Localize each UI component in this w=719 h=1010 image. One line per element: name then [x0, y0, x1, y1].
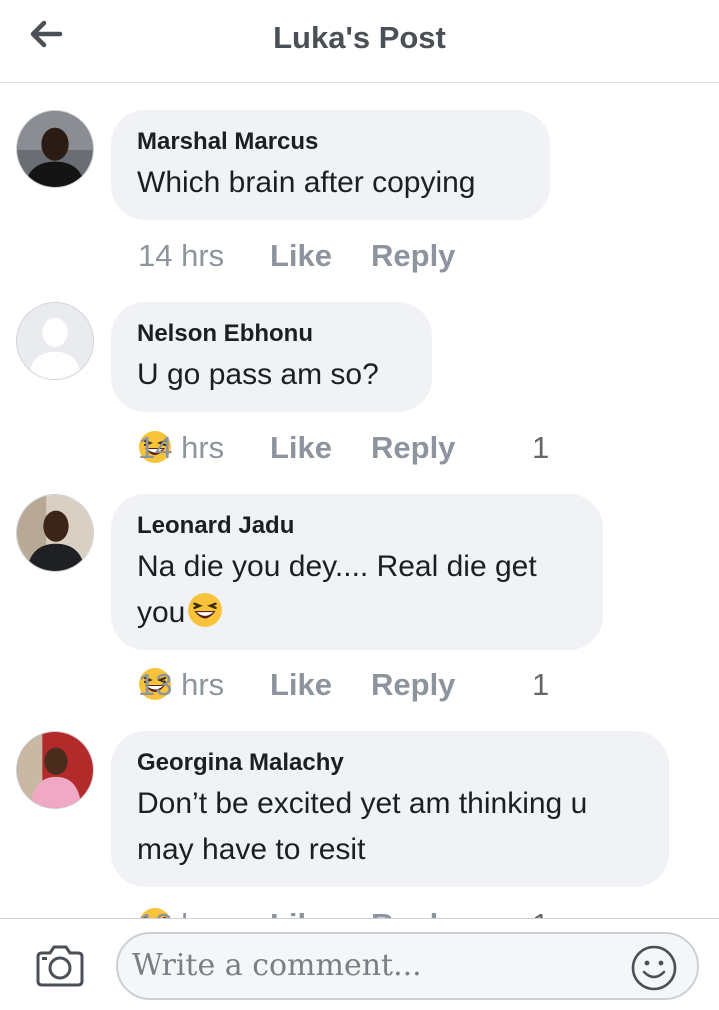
reaction-count[interactable]: 1 — [532, 907, 549, 918]
like-button[interactable]: Like — [270, 907, 332, 918]
reaction-count[interactable]: 1 — [532, 430, 549, 466]
comment-bubble[interactable]: Georgina Malachy Don’t be excited yet am… — [111, 731, 669, 887]
comment-text-line: you — [137, 596, 186, 629]
comment-actions: 13 hrs Like Reply 1 — [138, 667, 549, 707]
like-button[interactable]: Like — [270, 667, 332, 703]
avatar[interactable] — [16, 302, 94, 380]
comment-bubble[interactable]: Nelson Ebhonu U go pass am so? — [111, 302, 432, 412]
comment-text-line: may have to resit — [137, 833, 366, 866]
comment-text-line: Na die you dey.... Real die get — [137, 550, 537, 583]
comment-bubble[interactable]: Marshal Marcus Which brain after copying — [111, 110, 550, 220]
avatar[interactable] — [16, 494, 94, 572]
comment-bubble[interactable]: Leonard Jadu Na die you dey.... Real die… — [111, 494, 603, 650]
reply-button[interactable]: Reply — [371, 667, 455, 703]
reply-button[interactable]: Reply — [371, 907, 455, 918]
page-title: Luka's Post — [273, 20, 446, 55]
comment-time[interactable]: 14 hrs — [138, 238, 224, 274]
comment-time[interactable]: 13 hrs — [138, 667, 224, 703]
reply-button[interactable]: Reply — [371, 430, 455, 466]
laughing-emoji-icon — [188, 593, 223, 627]
like-button[interactable]: Like — [270, 430, 332, 466]
post-header: Luka's Post — [0, 0, 719, 83]
comment-text: Don’t be excited yet am thinking u may h… — [137, 781, 641, 873]
comment-author[interactable]: Marshal Marcus — [137, 128, 522, 156]
comment-input[interactable]: Write a comment... — [116, 932, 699, 1000]
comment-time[interactable]: 14 hrs — [138, 430, 224, 466]
comment-author[interactable]: Nelson Ebhonu — [137, 320, 404, 348]
comment-author[interactable]: Georgina Malachy — [137, 749, 641, 777]
comment-text: U go pass am so? — [137, 358, 379, 391]
smiley-icon[interactable] — [630, 944, 678, 992]
comment-actions: 13 hrs Like Reply 1 — [138, 907, 549, 918]
like-button[interactable]: Like — [270, 238, 332, 274]
avatar[interactable] — [16, 731, 94, 809]
comment-text: Which brain after copying — [137, 166, 476, 199]
reaction-count[interactable]: 1 — [532, 667, 549, 703]
comment-author[interactable]: Leonard Jadu — [137, 512, 575, 540]
comment-input-placeholder: Write a comment... — [132, 948, 422, 983]
camera-icon[interactable] — [34, 943, 86, 989]
comment-actions: 14 hrs Like Reply 1 — [138, 430, 549, 470]
comment-text-line: Don’t be excited yet am thinking u — [137, 787, 588, 820]
comment-text: Na die you dey.... Real die get you — [137, 544, 575, 636]
comments-list: Marshal Marcus Which brain after copying… — [0, 83, 719, 918]
avatar[interactable] — [16, 110, 94, 188]
comment-composer: Write a comment... — [0, 918, 719, 1010]
reply-button[interactable]: Reply — [371, 238, 455, 274]
comment-time[interactable]: 13 hrs — [138, 907, 224, 918]
